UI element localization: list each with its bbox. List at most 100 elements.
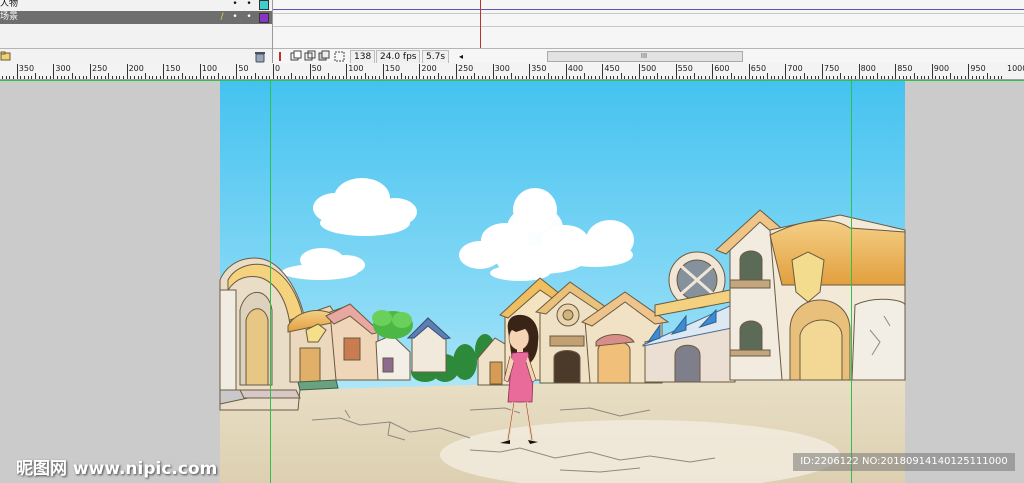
ruler-tick: [745, 76, 747, 79]
ruler-tick: [459, 76, 461, 79]
lock-dot-icon[interactable]: •: [246, 0, 252, 11]
ruler-tick: [935, 76, 937, 79]
frame-rate[interactable]: 24.0 fps: [376, 50, 421, 64]
new-folder-icon[interactable]: [0, 51, 11, 61]
ruler-tick: [920, 76, 922, 79]
frame-row[interactable]: [273, 13, 1024, 27]
ruler-tick: [800, 76, 802, 79]
outline-color-swatch[interactable]: [259, 13, 269, 23]
ruler-tick: [159, 76, 161, 79]
ruler-tick: [587, 76, 589, 79]
ruler-tick: [214, 76, 216, 79]
ruler-label: 350: [531, 64, 547, 73]
ruler-tick: [331, 76, 333, 79]
ruler-tick: [456, 64, 457, 79]
ruler-tick: [393, 76, 395, 79]
ruler-tick: [635, 76, 637, 79]
horizontal-guide[interactable]: [0, 80, 1024, 81]
ruler-tick: [57, 76, 59, 79]
ruler-tick: [335, 76, 337, 79]
ruler-tick: [595, 76, 597, 79]
ruler-tick: [953, 76, 955, 79]
ruler-tick: [880, 76, 882, 79]
current-frame: 138: [350, 50, 376, 64]
ruler-tick: [207, 76, 209, 79]
layer-row-scene[interactable]: 场景 / • •: [0, 11, 272, 24]
ruler-label: 50: [238, 64, 249, 73]
ruler-tick: [657, 73, 659, 79]
ruler-tick: [437, 73, 439, 79]
vertical-guide[interactable]: [270, 80, 271, 483]
ruler-tick: [273, 64, 274, 79]
ruler-tick: [313, 76, 315, 79]
ruler-tick: [767, 73, 769, 79]
lock-dot-icon[interactable]: •: [246, 11, 252, 24]
ruler-tick: [100, 76, 102, 79]
outline-color-swatch[interactable]: [259, 0, 269, 10]
ruler-tick: [602, 64, 604, 79]
layer-row-character[interactable]: 人物 • •: [0, 0, 272, 11]
ruler-tick: [265, 76, 267, 79]
ruler-tick: [152, 76, 154, 79]
ruler-tick: [631, 76, 633, 79]
frame-area[interactable]: 138 24.0 fps 5.7s ◂ III: [273, 0, 1024, 64]
scroll-left-icon[interactable]: ◂: [459, 49, 463, 64]
onion-outline-icon[interactable]: [304, 50, 316, 61]
ruler-tick: [990, 76, 992, 79]
ruler-tick: [697, 76, 699, 79]
onion-skin-icon[interactable]: [290, 50, 302, 61]
timeline-scrollbar[interactable]: III: [547, 51, 743, 62]
ruler-tick: [983, 76, 985, 79]
ruler-tick: [93, 76, 95, 79]
ruler-tick: [851, 76, 853, 79]
ruler-tick: [488, 76, 490, 79]
onion-markers-icon[interactable]: [334, 51, 345, 62]
ruler-label: 750: [824, 64, 840, 73]
ruler-tick: [474, 73, 476, 79]
delete-layer-icon[interactable]: [255, 52, 265, 63]
ruler-tick: [305, 76, 307, 79]
ruler-tick: [320, 76, 322, 79]
ruler-label: 300: [55, 64, 71, 73]
ruler-tick: [679, 76, 681, 79]
ruler-tick: [840, 73, 842, 79]
ruler-tick: [353, 76, 355, 79]
ruler-tick: [671, 76, 673, 79]
building-wood-far-right: [769, 214, 906, 381]
stage-canvas[interactable]: [0, 80, 1024, 483]
ruler-tick: [931, 64, 933, 79]
ruler-tick: [942, 76, 944, 79]
ruler-tick: [950, 73, 952, 79]
ruler-label: 50: [311, 64, 322, 73]
frame-row[interactable]: [273, 26, 1024, 39]
center-frame-icon[interactable]: [279, 52, 281, 61]
edit-multiple-frames-icon[interactable]: [318, 50, 330, 61]
ruler-tick: [291, 73, 293, 79]
ruler-tick: [181, 73, 183, 79]
vertical-guide[interactable]: [851, 80, 852, 483]
ruler-tick: [349, 76, 351, 79]
ruler-label: 400: [567, 64, 584, 73]
ruler-tick: [287, 76, 289, 79]
ruler-tick: [1001, 76, 1003, 79]
ruler-tick: [111, 76, 113, 79]
ruler-tick: [660, 76, 662, 79]
ruler-tick: [452, 76, 454, 79]
ruler-tick: [690, 76, 692, 79]
visibility-dot-icon[interactable]: •: [232, 11, 238, 24]
ruler-tick: [909, 76, 911, 79]
ruler-tick: [682, 76, 684, 79]
playhead[interactable]: [480, 0, 481, 48]
ruler-tick: [280, 76, 282, 79]
ruler-tick: [946, 76, 948, 79]
visibility-dot-icon[interactable]: •: [232, 0, 238, 11]
ruler-tick: [664, 76, 666, 79]
frame-row[interactable]: [273, 0, 1024, 14]
ruler-tick: [368, 76, 370, 79]
ruler-tick: [16, 64, 18, 79]
ruler-tick: [496, 76, 498, 79]
ruler-tick: [419, 64, 421, 79]
scrollbar-grip[interactable]: III: [632, 52, 656, 61]
ruler-label: 150: [384, 64, 401, 73]
ruler-tick: [884, 76, 886, 79]
